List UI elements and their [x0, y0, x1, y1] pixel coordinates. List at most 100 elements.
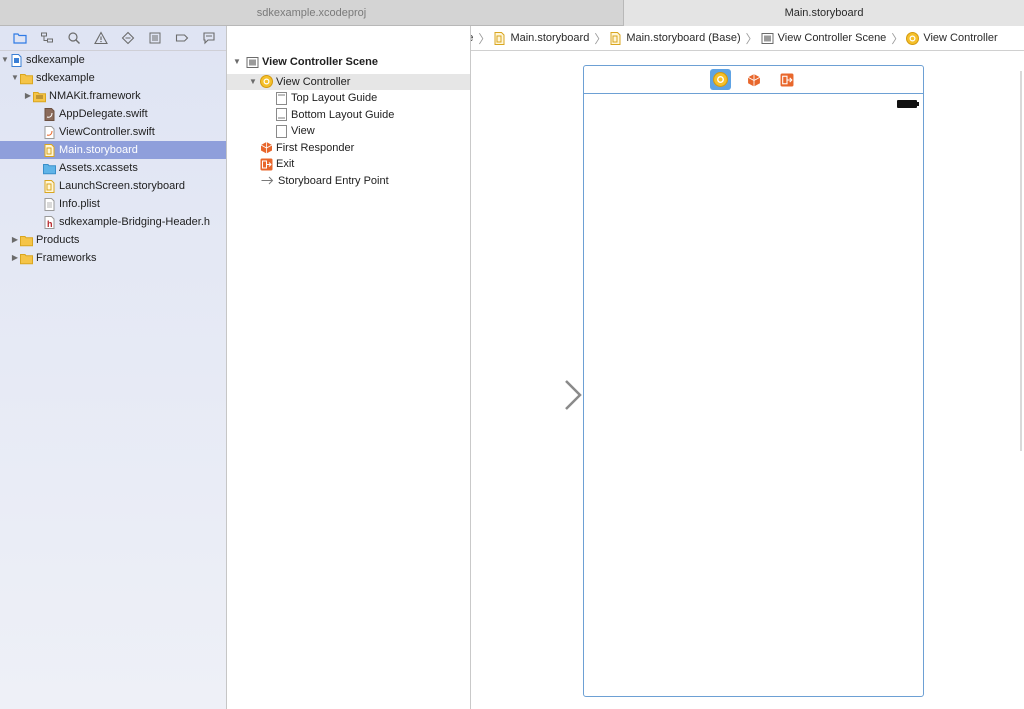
- plist-file-icon: [44, 197, 55, 211]
- view-controller-scene[interactable]: [583, 65, 924, 697]
- breadcrumb-separator-icon: 〉: [891, 31, 904, 46]
- outline-item-view-controller[interactable]: ▼ View Controller: [227, 73, 470, 91]
- group-folder-icon: [20, 235, 33, 246]
- storyboard-file-icon: [610, 31, 621, 45]
- outline-item-label: First Responder: [276, 141, 355, 154]
- tree-item-products[interactable]: ▶ Products: [0, 231, 226, 249]
- breadcrumb-scene[interactable]: View Controller Scene: [761, 32, 887, 45]
- tree-item-info-plist[interactable]: Info.plist: [0, 195, 226, 213]
- breadcrumb-storyboard[interactable]: Main.storyboard: [493, 31, 590, 45]
- project-navigator: ▼ sdkexample ▼ sdkexample ▶ NMAKit.frame…: [0, 26, 227, 709]
- tree-item-frameworks[interactable]: ▶ Frameworks: [0, 249, 226, 267]
- hierarchy-icon[interactable]: [33, 26, 60, 51]
- outline-item-view[interactable]: View: [227, 123, 470, 140]
- tree-item-project[interactable]: ▼ sdkexample: [0, 51, 226, 69]
- outline-item-bottom-layout-guide[interactable]: Bottom Layout Guide: [227, 107, 470, 124]
- outline-item-label: View Controller: [276, 75, 351, 88]
- warning-icon[interactable]: [87, 26, 114, 51]
- tree-item-label: sdkexample: [36, 72, 95, 84]
- tree-item-label: ViewController.swift: [59, 126, 155, 138]
- group-folder-icon: [20, 73, 33, 84]
- assets-folder-icon: [43, 163, 56, 174]
- storyboard-file-icon: [494, 31, 505, 45]
- outline-item-label: Storyboard Entry Point: [278, 174, 389, 187]
- tab-bar: sdkexample.xcodeproj Main.storyboard: [0, 0, 1024, 26]
- scene-icon: [761, 32, 774, 44]
- svg-text:h: h: [47, 219, 53, 229]
- tree-item-label: LaunchScreen.storyboard: [59, 180, 185, 192]
- breadcrumb-label: Main.storyboard: [510, 32, 590, 44]
- view-icon: [276, 124, 287, 138]
- search-icon[interactable]: [60, 26, 87, 51]
- view-controller-icon: [906, 31, 920, 45]
- tree-item-label: Products: [36, 234, 80, 246]
- disclosure-open-icon[interactable]: ▼: [10, 69, 20, 87]
- debug-icon[interactable]: [141, 26, 168, 51]
- outline-item-entry-point[interactable]: Storyboard Entry Point: [227, 173, 470, 190]
- breadcrumb-storyboard-base[interactable]: Main.storyboard (Base): [609, 31, 741, 45]
- tree-item-label: Info.plist: [59, 198, 100, 210]
- navigator-toolbar: [0, 26, 226, 51]
- disclosure-open-icon[interactable]: ▼: [232, 53, 242, 71]
- view-controller-icon: [260, 75, 273, 89]
- scene-dock: [584, 66, 923, 94]
- tab-project[interactable]: sdkexample.xcodeproj: [0, 0, 624, 26]
- exit-icon: [260, 158, 273, 171]
- outline-item-exit[interactable]: Exit: [227, 156, 470, 173]
- outline-item-label: View: [291, 125, 315, 137]
- tab-main-storyboard[interactable]: Main.storyboard: [624, 0, 1024, 26]
- scene-icon: [246, 56, 259, 68]
- vertical-scrollbar[interactable]: [1020, 71, 1022, 451]
- entry-arrow-icon: [261, 176, 274, 185]
- tree-item-main-storyboard[interactable]: Main.storyboard: [0, 141, 226, 159]
- swift-file-icon: [44, 107, 55, 121]
- breakpoint-icon[interactable]: [168, 26, 195, 51]
- tree-item-appdelegate[interactable]: AppDelegate.swift: [0, 105, 226, 123]
- file-tree: ▼ sdkexample ▼ sdkexample ▶ NMAKit.frame…: [0, 51, 226, 267]
- disclosure-open-icon[interactable]: ▼: [248, 73, 258, 91]
- test-diamond-icon[interactable]: [114, 26, 141, 51]
- storyboard-canvas[interactable]: [471, 51, 1024, 709]
- outline-item-top-layout-guide[interactable]: Top Layout Guide: [227, 90, 470, 107]
- tree-item-label: Main.storyboard: [59, 144, 138, 156]
- view-controller-icon[interactable]: [710, 69, 731, 90]
- outline-item-first-responder[interactable]: First Responder: [227, 140, 470, 157]
- entry-point-arrow-icon[interactable]: [491, 377, 583, 413]
- report-icon[interactable]: [195, 26, 222, 51]
- tree-item-assets[interactable]: Assets.xcassets: [0, 159, 226, 177]
- disclosure-closed-icon[interactable]: ▶: [23, 87, 33, 105]
- outline-item-label: Bottom Layout Guide: [291, 108, 395, 121]
- breadcrumb-label: Main.storyboard (Base): [626, 32, 741, 44]
- header-file-icon: h: [44, 215, 55, 229]
- tree-item-label: sdkexample: [26, 54, 85, 66]
- storyboard-file-icon: [44, 143, 55, 157]
- first-responder-icon[interactable]: [743, 69, 764, 90]
- breadcrumb-label: View Controller Scene: [777, 32, 887, 44]
- project-file-icon: [11, 53, 22, 67]
- disclosure-closed-icon[interactable]: ▶: [10, 249, 20, 267]
- outline-item-label: Top Layout Guide: [291, 92, 378, 104]
- tree-item-label: Assets.xcassets: [59, 162, 138, 174]
- group-folder-icon: [20, 253, 33, 264]
- tree-item-viewcontroller[interactable]: ViewController.swift: [0, 123, 226, 141]
- exit-icon[interactable]: [776, 69, 797, 90]
- breadcrumb-label: View Controller: [923, 32, 998, 44]
- outline-item-scene[interactable]: ▼ View Controller Scene: [227, 54, 470, 71]
- document-outline: ▼ View Controller Scene ▼ View Controlle…: [227, 26, 471, 709]
- disclosure-closed-icon[interactable]: ▶: [10, 231, 20, 249]
- disclosure-open-icon[interactable]: ▼: [0, 51, 10, 69]
- folder-icon[interactable]: [6, 26, 33, 51]
- breadcrumb-separator-icon: 〉: [594, 31, 607, 46]
- battery-icon: [897, 100, 919, 108]
- tree-item-bridging-header[interactable]: h sdkexample-Bridging-Header.h: [0, 213, 226, 231]
- storyboard-file-icon: [44, 179, 55, 193]
- outline-item-label: View Controller Scene: [262, 56, 378, 68]
- breadcrumb-view-controller[interactable]: View Controller: [906, 31, 998, 45]
- tree-item-label: sdkexample-Bridging-Header.h: [59, 216, 211, 228]
- tree-item-label: Frameworks: [36, 252, 97, 264]
- tree-item-group-sdkexample[interactable]: ▼ sdkexample: [0, 69, 226, 87]
- layout-guide-icon: [276, 108, 287, 122]
- tree-item-launchscreen[interactable]: LaunchScreen.storyboard: [0, 177, 226, 195]
- tree-item-nmakit-framework[interactable]: ▶ NMAKit.framework: [0, 87, 226, 105]
- breadcrumb-separator-icon: 〉: [745, 31, 758, 46]
